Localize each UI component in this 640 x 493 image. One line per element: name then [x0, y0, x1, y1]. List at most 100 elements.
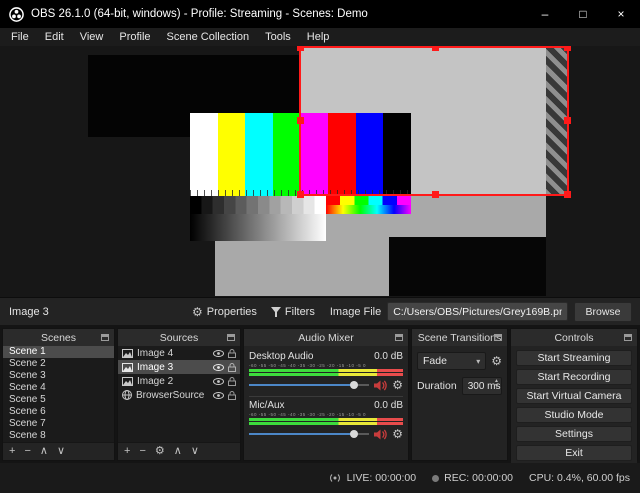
properties-button[interactable]: ⚙ Properties — [185, 301, 264, 323]
scene-list-item[interactable]: Scene 1 — [3, 346, 114, 358]
volume-slider[interactable] — [249, 429, 370, 439]
rec-status: REC: 00:00:00 — [432, 472, 513, 484]
sources-toolbar: + − ⚙ ∧ ∨ — [118, 442, 240, 460]
remove-scene-button[interactable]: − — [24, 446, 30, 457]
resize-handle-top-middle[interactable] — [432, 46, 439, 51]
scene-list-item[interactable]: Scene 3 — [3, 370, 114, 382]
start-streaming-button[interactable]: Start Streaming — [516, 350, 632, 366]
scene-transitions-header[interactable]: Scene Transitions — [412, 329, 507, 346]
duration-spinner[interactable]: 300 ms ▲ ▼ — [461, 377, 502, 395]
dock-float-icon[interactable] — [395, 334, 403, 341]
visibility-eye-icon[interactable] — [213, 363, 224, 371]
image-file-label: Image File — [329, 305, 382, 318]
resize-handle-middle-right[interactable] — [564, 117, 571, 124]
close-button[interactable]: × — [602, 0, 640, 28]
scene-transitions-body: Fade ▾ ⚙ Duration 300 ms ▲ ▼ — [412, 346, 507, 460]
filters-button[interactable]: Filters — [264, 301, 322, 323]
source-list-item[interactable]: BrowserSource — [118, 388, 240, 402]
grayscale-ramp — [190, 214, 326, 241]
menu-view[interactable]: View — [72, 28, 112, 46]
slider-handle[interactable] — [349, 381, 358, 389]
browse-button[interactable]: Browse — [574, 301, 632, 322]
start-recording-button[interactable]: Start Recording — [516, 369, 632, 385]
scene-list-item[interactable]: Scene 7 — [3, 418, 114, 430]
scene-list-item[interactable]: Scene 5 — [3, 394, 114, 406]
slider-handle[interactable] — [349, 430, 358, 438]
menu-tools[interactable]: Tools — [257, 28, 299, 46]
live-timer: LIVE: 00:00:00 — [346, 472, 417, 484]
scene-list-item[interactable]: Scene 4 — [3, 382, 114, 394]
transition-select[interactable]: Fade ▾ — [417, 352, 487, 370]
rec-timer: REC: 00:00:00 — [444, 472, 514, 484]
resize-handle-bottom-middle[interactable] — [432, 191, 439, 198]
preview-canvas[interactable] — [0, 46, 640, 297]
scene-up-button[interactable]: ∧ — [40, 446, 48, 457]
start-virtual-camera-button[interactable]: Start Virtual Camera — [516, 388, 632, 404]
mute-button[interactable] — [374, 429, 387, 440]
remove-source-button[interactable]: − — [139, 446, 145, 457]
minimize-button[interactable]: – — [526, 0, 564, 28]
source-down-button[interactable]: ∨ — [191, 446, 199, 457]
resize-handle-bottom-left[interactable] — [297, 191, 304, 198]
dock-float-icon[interactable] — [624, 334, 632, 341]
resize-handle-top-left[interactable] — [297, 46, 304, 51]
lock-icon[interactable] — [228, 376, 236, 386]
visibility-eye-icon[interactable] — [213, 349, 224, 357]
globe-icon — [122, 390, 132, 400]
speaker-muted-icon — [374, 380, 387, 390]
add-source-button[interactable]: + — [124, 446, 130, 457]
menu-edit[interactable]: Edit — [37, 28, 72, 46]
volume-slider[interactable] — [249, 380, 370, 390]
scene-list-item[interactable]: Scene 6 — [3, 406, 114, 418]
resize-handle-top-right[interactable] — [564, 46, 571, 51]
mute-button[interactable] — [374, 380, 387, 391]
selected-source-outline[interactable] — [297, 46, 571, 198]
controls-panel-header[interactable]: Controls — [511, 329, 637, 346]
dock-float-icon[interactable] — [494, 334, 502, 341]
transition-selected-value: Fade — [423, 355, 447, 367]
scenes-panel: Scenes Scene 1 Scene 2 Scene 3 Scene 4 S… — [2, 328, 115, 461]
add-scene-button[interactable]: + — [9, 446, 15, 457]
lock-icon[interactable] — [228, 390, 236, 400]
visibility-eye-icon[interactable] — [213, 391, 224, 399]
exit-button[interactable]: Exit — [516, 445, 632, 461]
resize-handle-bottom-right[interactable] — [564, 191, 571, 198]
controls-panel: Controls Start Streaming Start Recording… — [510, 328, 638, 465]
sources-panel-header[interactable]: Sources — [118, 329, 240, 346]
duration-label: Duration — [417, 380, 457, 392]
source-up-button[interactable]: ∧ — [174, 446, 182, 457]
scene-list-item[interactable]: Scene 8 — [3, 430, 114, 442]
scene-down-button[interactable]: ∨ — [57, 446, 65, 457]
image-file-path-input[interactable] — [387, 302, 568, 321]
settings-button[interactable]: Settings — [516, 426, 632, 442]
source-list-item[interactable]: Image 3 — [118, 360, 240, 374]
source-list-item[interactable]: Image 2 — [118, 374, 240, 388]
maximize-button[interactable]: □ — [564, 0, 602, 28]
channel-settings-gear-icon[interactable]: ⚙ — [392, 379, 403, 391]
source-list-item[interactable]: Image 4 — [118, 346, 240, 360]
dock-float-icon[interactable] — [227, 334, 235, 341]
channel-settings-gear-icon[interactable]: ⚙ — [392, 428, 403, 440]
spin-down-icon[interactable]: ▼ — [494, 384, 499, 389]
mixer-channel-mic-aux: Mic/Aux 0.0 dB -60 -55 -50 -45 -40 -35 -… — [249, 396, 403, 441]
menu-profile[interactable]: Profile — [111, 28, 158, 46]
lock-icon[interactable] — [228, 348, 236, 358]
transition-properties-gear-icon[interactable]: ⚙ — [491, 355, 502, 367]
source-black-rect-bottom[interactable] — [389, 237, 546, 296]
audio-mixer-header[interactable]: Audio Mixer — [244, 329, 408, 346]
record-dot-icon — [432, 474, 440, 482]
lock-icon[interactable] — [228, 362, 236, 372]
menu-help[interactable]: Help — [299, 28, 338, 46]
scenes-panel-header[interactable]: Scenes — [3, 329, 114, 346]
studio-mode-button[interactable]: Studio Mode — [516, 407, 632, 423]
resize-handle-middle-left[interactable] — [297, 117, 304, 124]
channel-level: 0.0 dB — [374, 400, 403, 411]
scene-list-item[interactable]: Scene 2 — [3, 358, 114, 370]
dock-float-icon[interactable] — [101, 334, 109, 341]
window-controls: – □ × — [526, 0, 640, 28]
menu-file[interactable]: File — [3, 28, 37, 46]
source-properties-gear-icon[interactable]: ⚙ — [155, 446, 165, 457]
channel-level: 0.0 dB — [374, 351, 403, 362]
menu-scene-collection[interactable]: Scene Collection — [159, 28, 258, 46]
visibility-eye-icon[interactable] — [213, 377, 224, 385]
